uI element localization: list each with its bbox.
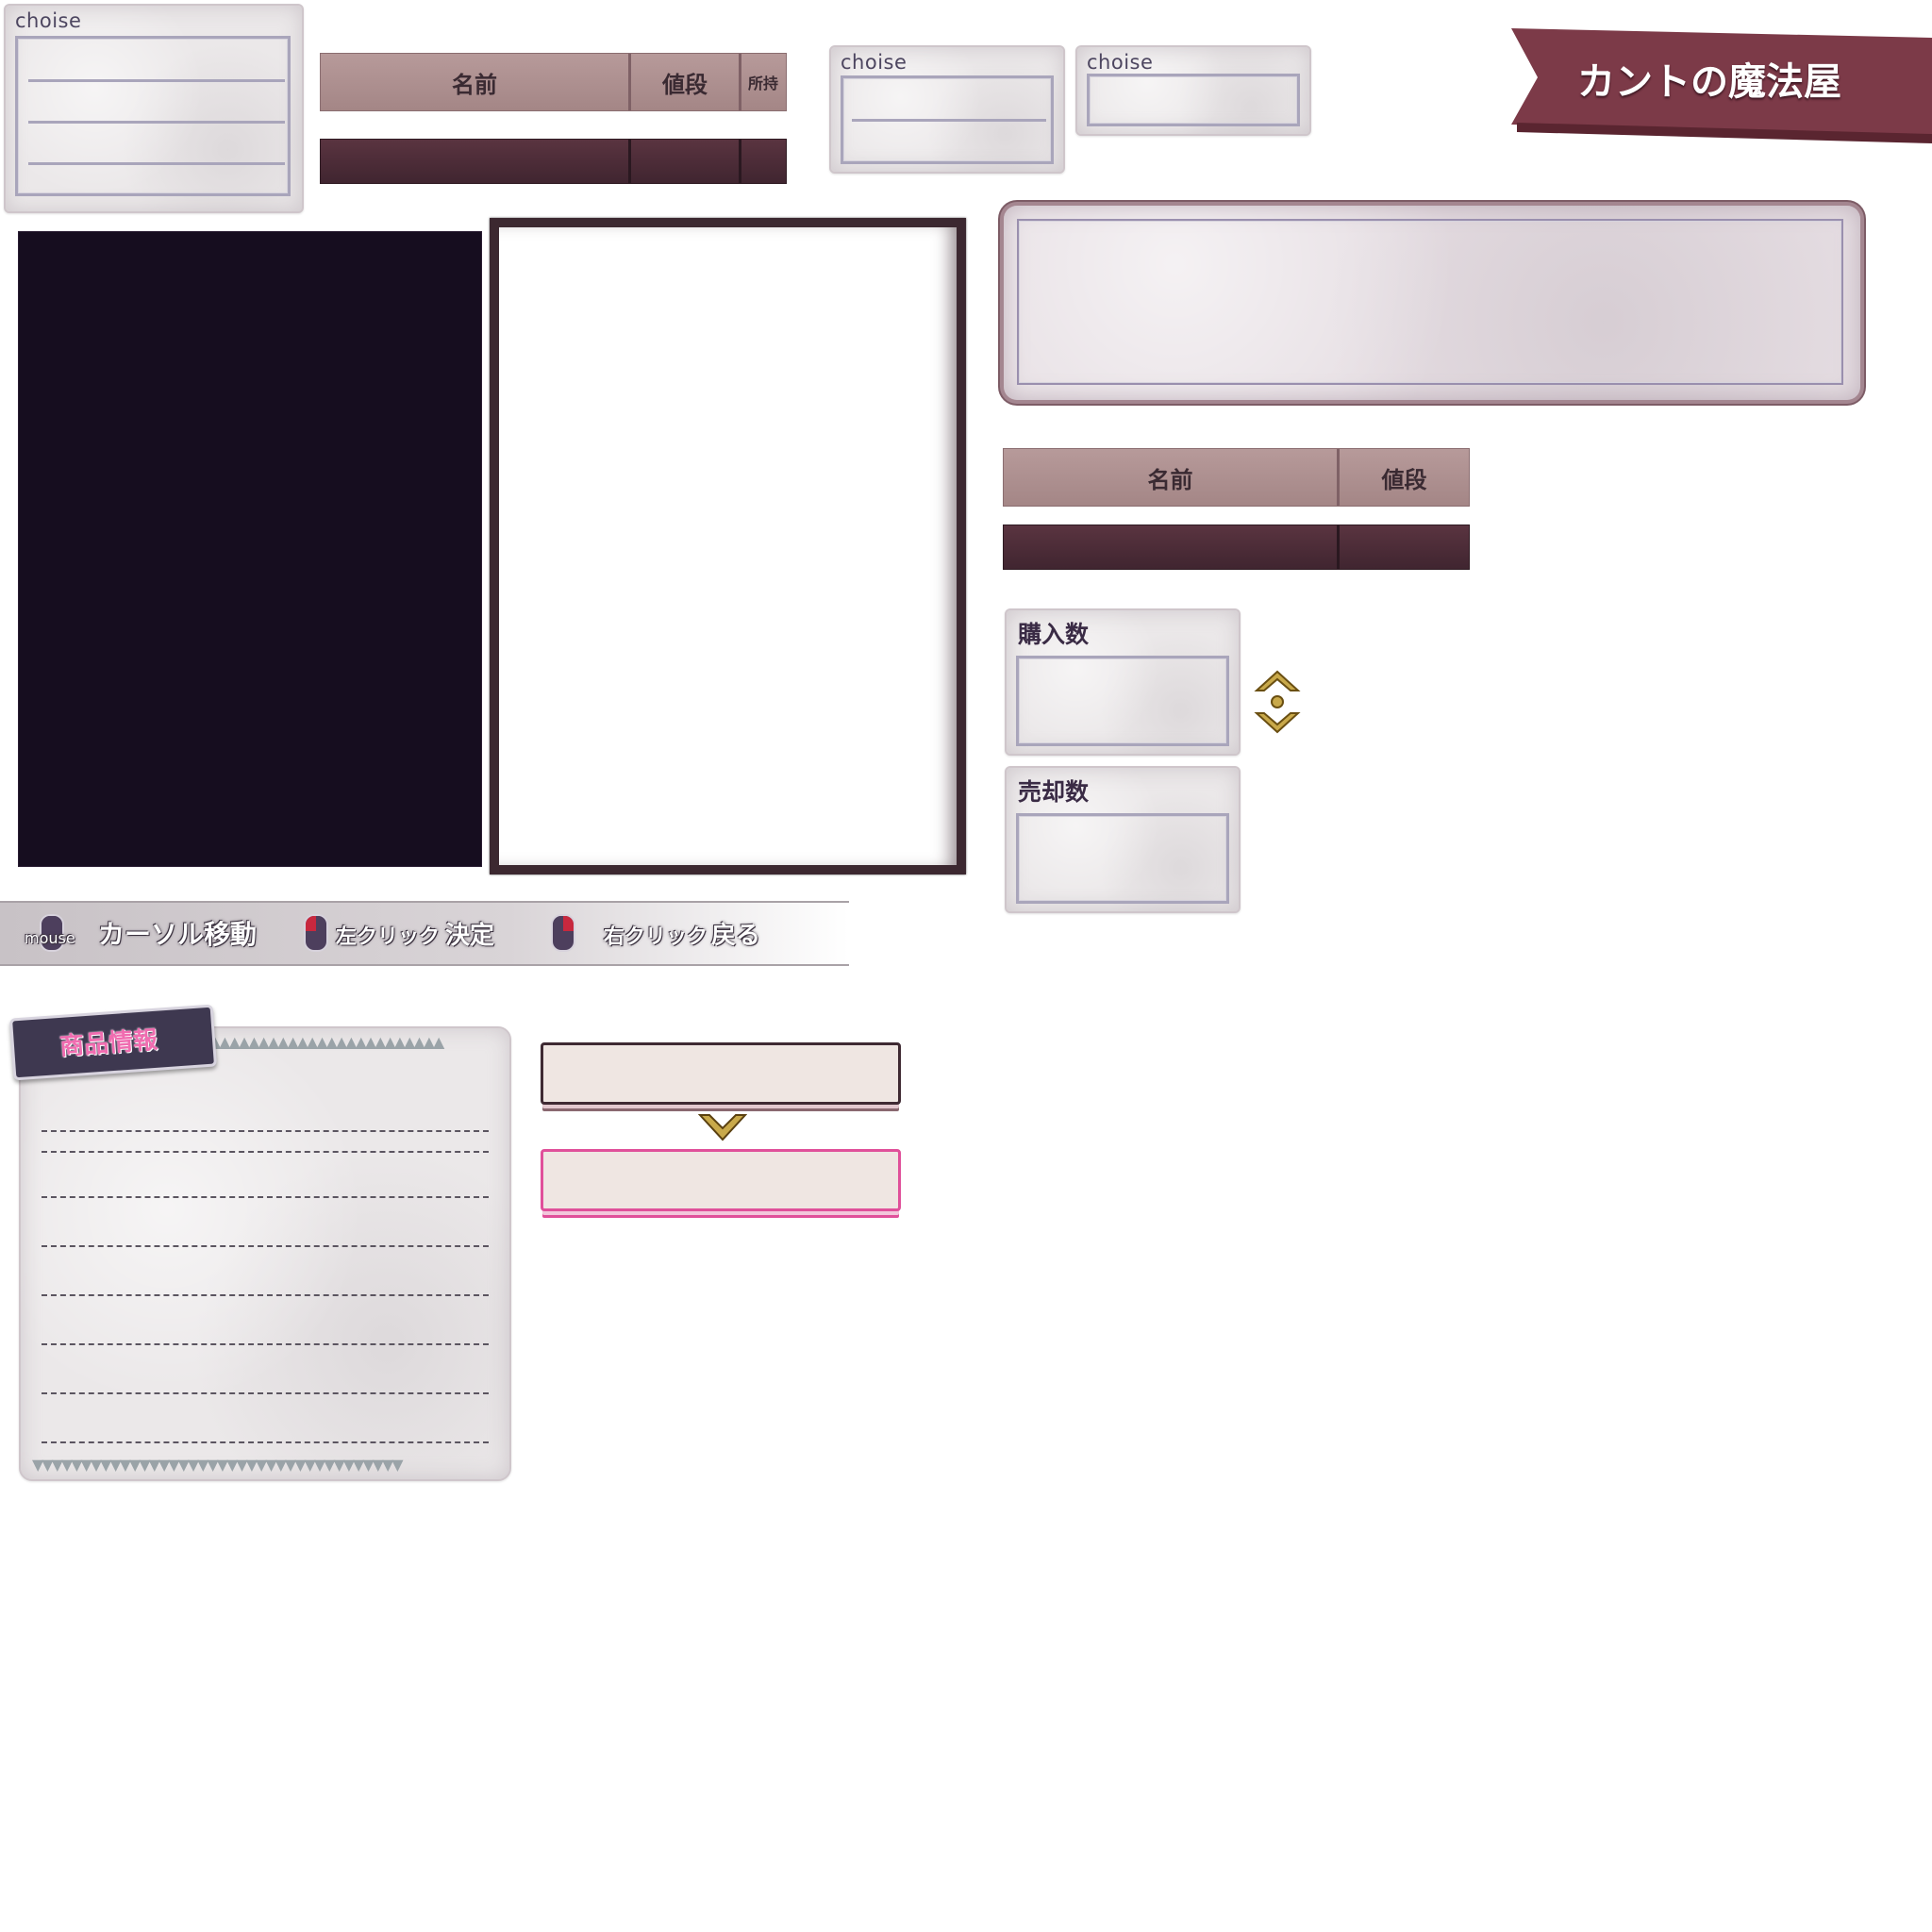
column-header-name: 名前 [1004, 449, 1340, 506]
left-click-label: 左クリック [336, 925, 441, 949]
row-separator [1337, 525, 1340, 569]
info-line [42, 1196, 489, 1198]
sell-quantity-box: 売却数 [1005, 766, 1241, 913]
buy-quantity-frame [1016, 656, 1229, 746]
item-table-header-3col: 名前 値段 所持 [320, 53, 787, 111]
column-header-price: 値段 [631, 54, 741, 110]
item-table-header-2col: 名前 値段 [1003, 448, 1470, 507]
choice-window-small-label: choise [1087, 51, 1154, 74]
info-line [42, 1343, 489, 1345]
white-content-panel [490, 218, 966, 874]
right-click-label: 右クリック [604, 925, 708, 949]
info-line [42, 1245, 489, 1247]
chevron-updown-icon[interactable] [1251, 666, 1304, 738]
product-info-panel: ▲▲▲▲▲▲▲▲▲▲▲▲▲▲▲▲▲▲▲▲▲▲▲▲ ▼▼▼▼▼▼▼▼▼▼▼▼▼▼▼… [19, 1026, 511, 1481]
chevron-down-icon [697, 1113, 748, 1147]
item-table-row-2col[interactable] [1003, 525, 1470, 570]
selection-bar-normal[interactable] [541, 1042, 901, 1105]
choice-window-large-frame [15, 36, 291, 196]
cursor-move-hint: カーソル移動 [98, 919, 258, 950]
row-separator [628, 140, 631, 183]
triangle-border-bottom: ▼▼▼▼▼▼▼▼▼▼▼▼▼▼▼▼▼▼▼▼▼▼▼▼▼▼▼▼▼▼▼▼▼▼▼▼▼▼ [32, 1457, 404, 1474]
info-line [42, 1441, 489, 1443]
triangle-border-top: ▲▲▲▲▲▲▲▲▲▲▲▲▲▲▲▲▲▲▲▲▲▲▲▲ [209, 1034, 444, 1051]
buy-quantity-label: 購入数 [1018, 621, 1090, 648]
column-header-name: 名前 [321, 54, 631, 110]
item-table-row-3col[interactable] [320, 139, 787, 184]
column-header-price: 値段 [1381, 465, 1427, 493]
choice-window-medium-label: choise [841, 51, 908, 74]
choice-window-large-label: choise [15, 9, 82, 32]
left-click-mouse-icon [304, 914, 328, 952]
mouse-caption: mouse [25, 929, 75, 947]
selection-bar-highlighted[interactable] [541, 1149, 901, 1211]
choice-divider [28, 162, 285, 165]
column-header-owned: 所持 [747, 75, 778, 92]
choice-window-small: choise [1075, 45, 1311, 136]
shop-title: カントの魔法屋 [1577, 59, 1841, 104]
message-window [1004, 206, 1860, 400]
product-info-tab-label: 商品情報 [58, 1025, 159, 1061]
choice-divider [28, 121, 285, 124]
sell-quantity-label: 売却数 [1018, 778, 1090, 806]
confirm-hint: 決定 [445, 922, 495, 950]
row-separator [739, 140, 741, 183]
message-window-frame [1017, 219, 1843, 385]
info-line [42, 1392, 489, 1394]
choice-window-small-frame [1087, 74, 1300, 126]
choice-divider [852, 119, 1046, 122]
dark-content-panel [18, 231, 482, 867]
choice-divider [28, 79, 285, 82]
sell-quantity-frame [1016, 813, 1229, 904]
info-line [42, 1151, 489, 1153]
buy-quantity-box: 購入数 [1005, 608, 1241, 756]
info-line [42, 1294, 489, 1296]
right-click-mouse-icon [551, 914, 575, 952]
info-line [42, 1130, 489, 1132]
choice-window-medium: choise [829, 45, 1065, 174]
controls-hint-bar: mouse カーソル移動 左クリック 決定 右クリック 戻る [0, 901, 849, 966]
back-hint: 戻る [711, 922, 761, 950]
choice-window-large: choise [4, 4, 304, 213]
